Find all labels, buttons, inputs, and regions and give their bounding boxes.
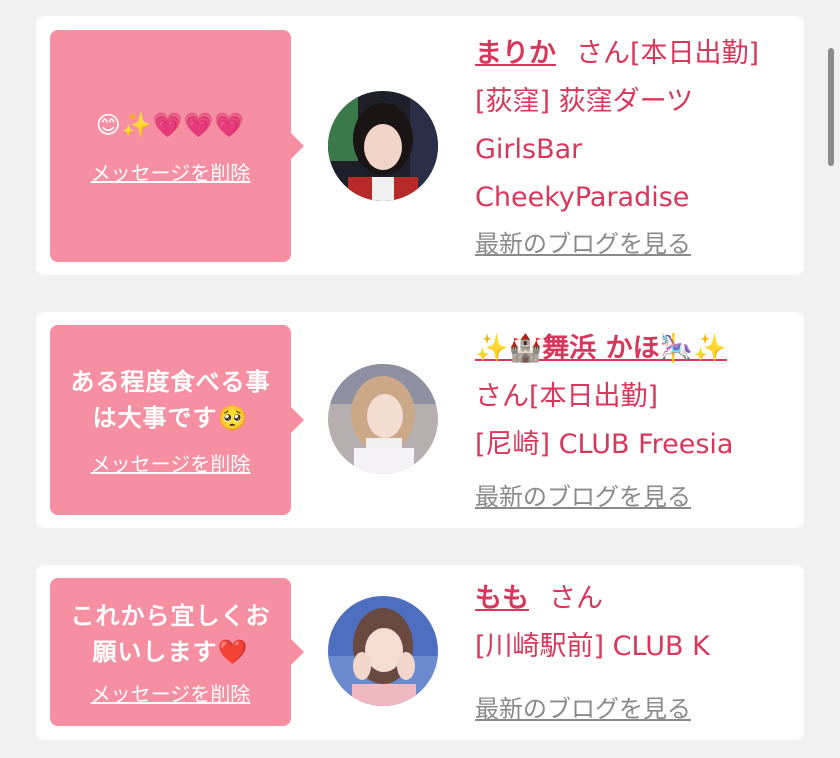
shop-line: [川崎駅前] CLUB K: [475, 631, 710, 662]
message-bubble: ある程度食べる事 は大事です🥺 メッセージを削除: [50, 325, 304, 515]
message-text: ある程度食べる事 は大事です🥺: [70, 367, 271, 432]
cast-name-link[interactable]: ✨🏰舞浜 かほ🎠✨: [475, 333, 727, 364]
cast-info: もも さん [川崎駅前] CLUB K: [475, 575, 795, 671]
message-card: 😊✨💗💗💗 メッセージを削除 まりか さん[本日出勤] [荻窪] 荻窪ダーツ Gi…: [36, 16, 804, 275]
message-text: これから宜しくお 願いします❤️: [70, 601, 271, 666]
message-card: これから宜しくお 願いします❤️ メッセージを削除 もも さん [川崎駅前] CL…: [36, 565, 804, 740]
shop-line: CheekyParadise: [475, 182, 690, 213]
latest-blog-link[interactable]: 最新のブログを見る: [475, 477, 691, 512]
message-text: 😊✨💗💗💗: [95, 110, 246, 139]
delete-message-link[interactable]: メッセージを削除: [91, 678, 251, 707]
message-bubble: 😊✨💗💗💗 メッセージを削除: [50, 30, 304, 262]
avatar[interactable]: [328, 596, 438, 706]
scrollbar[interactable]: [828, 48, 834, 166]
delete-message-link[interactable]: メッセージを削除: [91, 448, 251, 477]
shop-line: [尼崎] CLUB Freesia: [475, 429, 734, 460]
latest-blog-link[interactable]: 最新のブログを見る: [475, 224, 691, 259]
cast-status: さん[本日出勤]: [576, 38, 760, 69]
cast-info: ✨🏰舞浜 かほ🎠✨ さん[本日出勤] [尼崎] CLUB Freesia: [475, 325, 795, 469]
shop-line: GirlsBar: [475, 134, 583, 165]
latest-blog-link[interactable]: 最新のブログを見る: [475, 689, 691, 724]
cast-name-link[interactable]: まりか: [475, 38, 556, 69]
avatar[interactable]: [328, 364, 438, 474]
cast-name-link[interactable]: もも: [475, 583, 529, 614]
avatar[interactable]: [328, 91, 438, 201]
delete-message-link[interactable]: メッセージを削除: [91, 157, 251, 186]
cast-status: さん[本日出勤]: [475, 381, 659, 412]
message-bubble: これから宜しくお 願いします❤️ メッセージを削除: [50, 578, 304, 726]
cast-info: まりか さん[本日出勤] [荻窪] 荻窪ダーツ GirlsBar CheekyPa…: [475, 30, 795, 222]
message-card: ある程度食べる事 は大事です🥺 メッセージを削除 ✨🏰舞浜 かほ🎠✨ さん[本日…: [36, 312, 804, 528]
cast-status: さん: [549, 583, 603, 614]
shop-line: [荻窪] 荻窪ダーツ: [475, 86, 694, 117]
